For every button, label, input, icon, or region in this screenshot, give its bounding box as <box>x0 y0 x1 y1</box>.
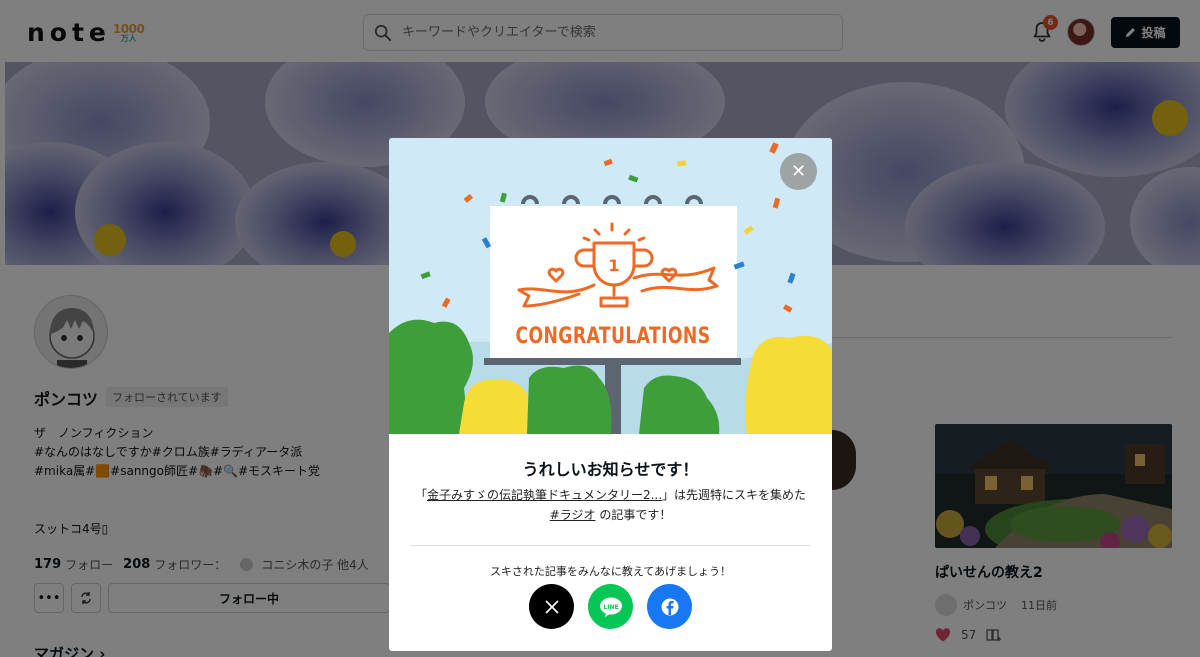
article-link[interactable]: 金子みすゞの伝記執筆ドキュメンタリー2... <box>427 488 662 502</box>
page: note 1000 万人 6 投稿 <box>0 0 1200 657</box>
facebook-logo-icon <box>661 598 678 615</box>
congratulations-text: CONGRATULATIONS <box>516 324 711 349</box>
x-logo-icon <box>544 599 559 614</box>
share-facebook-button[interactable] <box>647 584 692 629</box>
msg-open: 「 <box>414 488 427 502</box>
share-prompt: スキされた記事をみんなに教えてあげましょう！ <box>489 565 732 578</box>
line-logo-icon: LINE <box>599 597 622 617</box>
line-logo-text: LINE <box>603 604 618 611</box>
modal-title: うれしいお知らせです！ <box>522 460 699 479</box>
share-line-button[interactable]: LINE <box>588 584 633 629</box>
close-modal-button[interactable]: ✕ <box>780 153 817 190</box>
msg-end: の記事です！ <box>599 508 672 522</box>
trophy-number: 1 <box>608 256 619 275</box>
msg-mid: 」は先週特にスキを集めた <box>662 488 807 502</box>
close-icon: ✕ <box>790 161 807 182</box>
tag-link[interactable]: #ラジオ <box>550 508 596 522</box>
congratulations-illustration: 1 CONGRATULATIONS <box>389 138 832 434</box>
modal-message: 「金子みすゞの伝記執筆ドキュメンタリー2...」は先週特にスキを集めた #ラジオ… <box>411 485 810 525</box>
congrats-modal: 1 CONGRATULATIONS うれしいお知らせです！ 「金子みすゞの伝記執… <box>389 138 832 651</box>
modal-divider <box>411 545 810 546</box>
share-x-button[interactable] <box>529 584 574 629</box>
